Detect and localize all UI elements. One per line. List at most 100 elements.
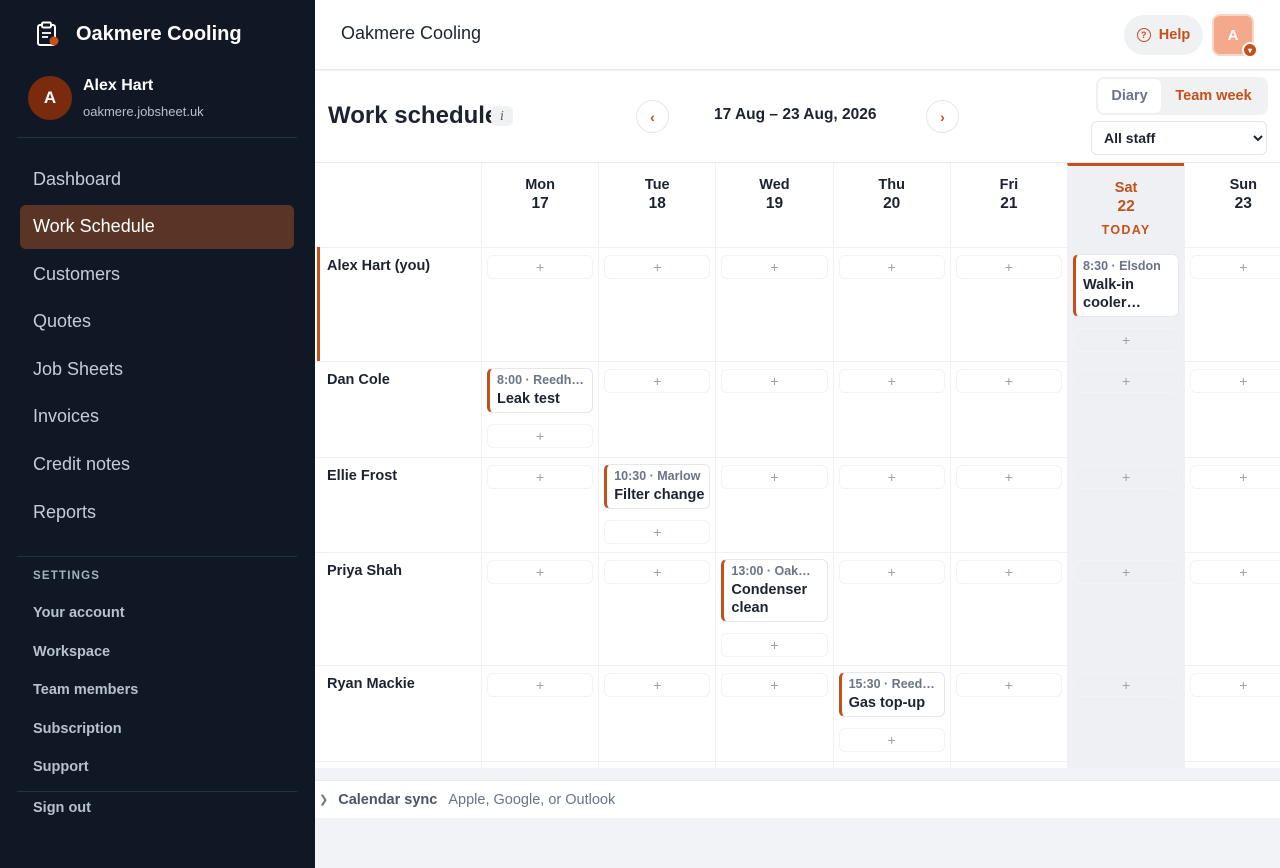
add-job-button[interactable]: + — [604, 520, 711, 544]
job-title: Gas top-up — [848, 695, 926, 711]
nav-item-work-schedule[interactable]: Work Schedule — [20, 204, 294, 249]
add-job-button[interactable]: + — [838, 369, 945, 393]
add-job-button[interactable]: + — [1073, 465, 1180, 489]
calendar-sync-bar[interactable]: ❯ Calendar sync Apple, Google, or Outloo… — [315, 780, 1280, 818]
nav-item-credit-notes[interactable]: Credit notes — [20, 443, 294, 487]
day-header: Wed 19 — [715, 163, 832, 247]
add-job-button[interactable]: + — [604, 369, 711, 393]
add-job-button[interactable]: + — [838, 255, 945, 279]
user-profile[interactable]: A Alex Hart oakmere.jobsheet.uk — [28, 76, 204, 120]
day-name: Wed — [759, 177, 790, 193]
add-job-button[interactable]: + — [604, 560, 711, 584]
row-divider — [315, 665, 1280, 666]
add-job-button[interactable]: + — [955, 369, 1062, 393]
job-card[interactable]: 10:30 · Marlow Filter change — [604, 464, 711, 509]
sign-out-link[interactable]: Sign out — [33, 800, 91, 816]
add-job-button[interactable]: + — [604, 255, 711, 279]
add-job-button[interactable]: + — [721, 255, 828, 279]
add-job-button[interactable]: + — [721, 633, 828, 657]
job-time: 8:00 · Reedham — [497, 373, 585, 387]
add-job-button[interactable]: + — [487, 673, 594, 697]
add-job-button[interactable]: + — [1073, 328, 1180, 352]
nav-item-invoices[interactable]: Invoices — [20, 395, 294, 439]
add-job-button[interactable]: + — [955, 255, 1062, 279]
staff-name: Priya Shah — [327, 563, 402, 579]
add-job-button[interactable]: + — [1073, 673, 1180, 697]
add-job-button[interactable]: + — [955, 465, 1062, 489]
job-card[interactable]: 8:30 · Elsdon Walk-in cooler… — [1073, 254, 1180, 317]
settings-item-team-members[interactable]: Team members — [33, 671, 138, 710]
nav-item-customers[interactable]: Customers — [20, 252, 294, 296]
schedule-header: Work schedule i ‹ 17 Aug – 23 Aug, 2026 … — [315, 71, 1280, 163]
next-week-button[interactable]: › — [926, 100, 959, 133]
help-label: Help — [1158, 27, 1191, 43]
add-job-button[interactable]: + — [1190, 673, 1280, 697]
view-toggle: Diary Team week — [1096, 77, 1268, 115]
settings-item-subscription[interactable]: Subscription — [33, 710, 138, 749]
job-card[interactable]: 13:00 · Oakmere Condenser clean — [721, 559, 828, 622]
settings-item-your-account[interactable]: Your account — [33, 594, 138, 633]
clipboard-icon — [33, 20, 61, 48]
job-time: 13:00 · Oakmere — [731, 564, 819, 578]
day-name: Sun — [1229, 177, 1257, 193]
day-name: Fri — [999, 177, 1019, 193]
staff-filter-select[interactable]: All staff — [1091, 121, 1267, 155]
add-job-button[interactable]: + — [1190, 369, 1280, 393]
row-divider — [315, 552, 1280, 553]
user-domain: oakmere.jobsheet.uk — [83, 104, 204, 119]
account-avatar-button[interactable]: A ▾ — [1212, 14, 1258, 58]
row-divider — [315, 457, 1280, 458]
day-header: Sun 23 — [1184, 163, 1280, 247]
add-job-button[interactable]: + — [1190, 560, 1280, 584]
row-divider — [315, 761, 1280, 762]
add-job-button[interactable]: + — [838, 465, 945, 489]
add-job-button[interactable]: + — [604, 673, 711, 697]
question-icon: ? — [1136, 28, 1151, 42]
brand[interactable]: Oakmere Cooling — [33, 20, 242, 48]
add-job-button[interactable]: + — [721, 673, 828, 697]
main-nav: Dashboard Work Schedule Customers Quotes… — [20, 157, 294, 538]
day-header: Mon 17 — [481, 163, 598, 247]
add-job-button[interactable]: + — [955, 560, 1062, 584]
add-job-button[interactable]: + — [838, 560, 945, 584]
add-job-button[interactable]: + — [1190, 465, 1280, 489]
settings-nav: Your account Workspace Team members Subs… — [33, 594, 138, 787]
nav-item-quotes[interactable]: Quotes — [20, 300, 294, 344]
add-job-button[interactable]: + — [955, 673, 1062, 697]
diary-view-button[interactable]: Diary — [1098, 79, 1161, 113]
day-number: 18 — [648, 195, 666, 212]
add-job-button[interactable]: + — [721, 465, 828, 489]
day-number: 17 — [531, 195, 549, 212]
add-job-button[interactable]: + — [1190, 255, 1280, 279]
row-divider — [315, 247, 1280, 248]
add-job-button[interactable]: + — [721, 369, 828, 393]
staff-name: Alex Hart (you) — [327, 258, 431, 274]
team-week-view-button[interactable]: Team week — [1161, 79, 1266, 113]
nav-item-job-sheets[interactable]: Job Sheets — [20, 347, 294, 391]
job-title: Filter change — [614, 487, 705, 503]
calendar-sync-label[interactable]: Calendar sync — [338, 792, 437, 808]
add-job-button[interactable]: + — [487, 560, 594, 584]
job-card[interactable]: 15:30 · Reedham Gas top-up — [838, 672, 945, 717]
job-title: Leak test — [497, 391, 560, 407]
day-header: Tue 18 — [598, 163, 715, 247]
day-name: Sat — [1114, 180, 1138, 196]
add-job-button[interactable]: + — [487, 255, 594, 279]
current-user-indicator — [317, 247, 320, 361]
add-job-button[interactable]: + — [838, 728, 945, 752]
help-button[interactable]: ? Help — [1124, 15, 1203, 55]
settings-item-workspace[interactable]: Workspace — [33, 633, 138, 672]
column-divider — [1067, 247, 1068, 768]
add-job-button[interactable]: + — [487, 465, 594, 489]
add-job-button[interactable]: + — [1073, 369, 1180, 393]
add-job-button[interactable]: + — [487, 424, 594, 448]
column-divider — [949, 247, 951, 768]
day-number: 19 — [765, 195, 784, 212]
add-job-button[interactable]: + — [1073, 560, 1180, 584]
nav-item-dashboard[interactable]: Dashboard — [20, 157, 294, 201]
previous-week-button[interactable]: ‹ — [636, 100, 669, 133]
settings-item-support[interactable]: Support — [33, 748, 138, 787]
info-icon[interactable]: i — [491, 106, 513, 126]
nav-item-reports[interactable]: Reports — [20, 490, 294, 534]
job-card[interactable]: 8:00 · Reedham Leak test — [487, 368, 594, 413]
